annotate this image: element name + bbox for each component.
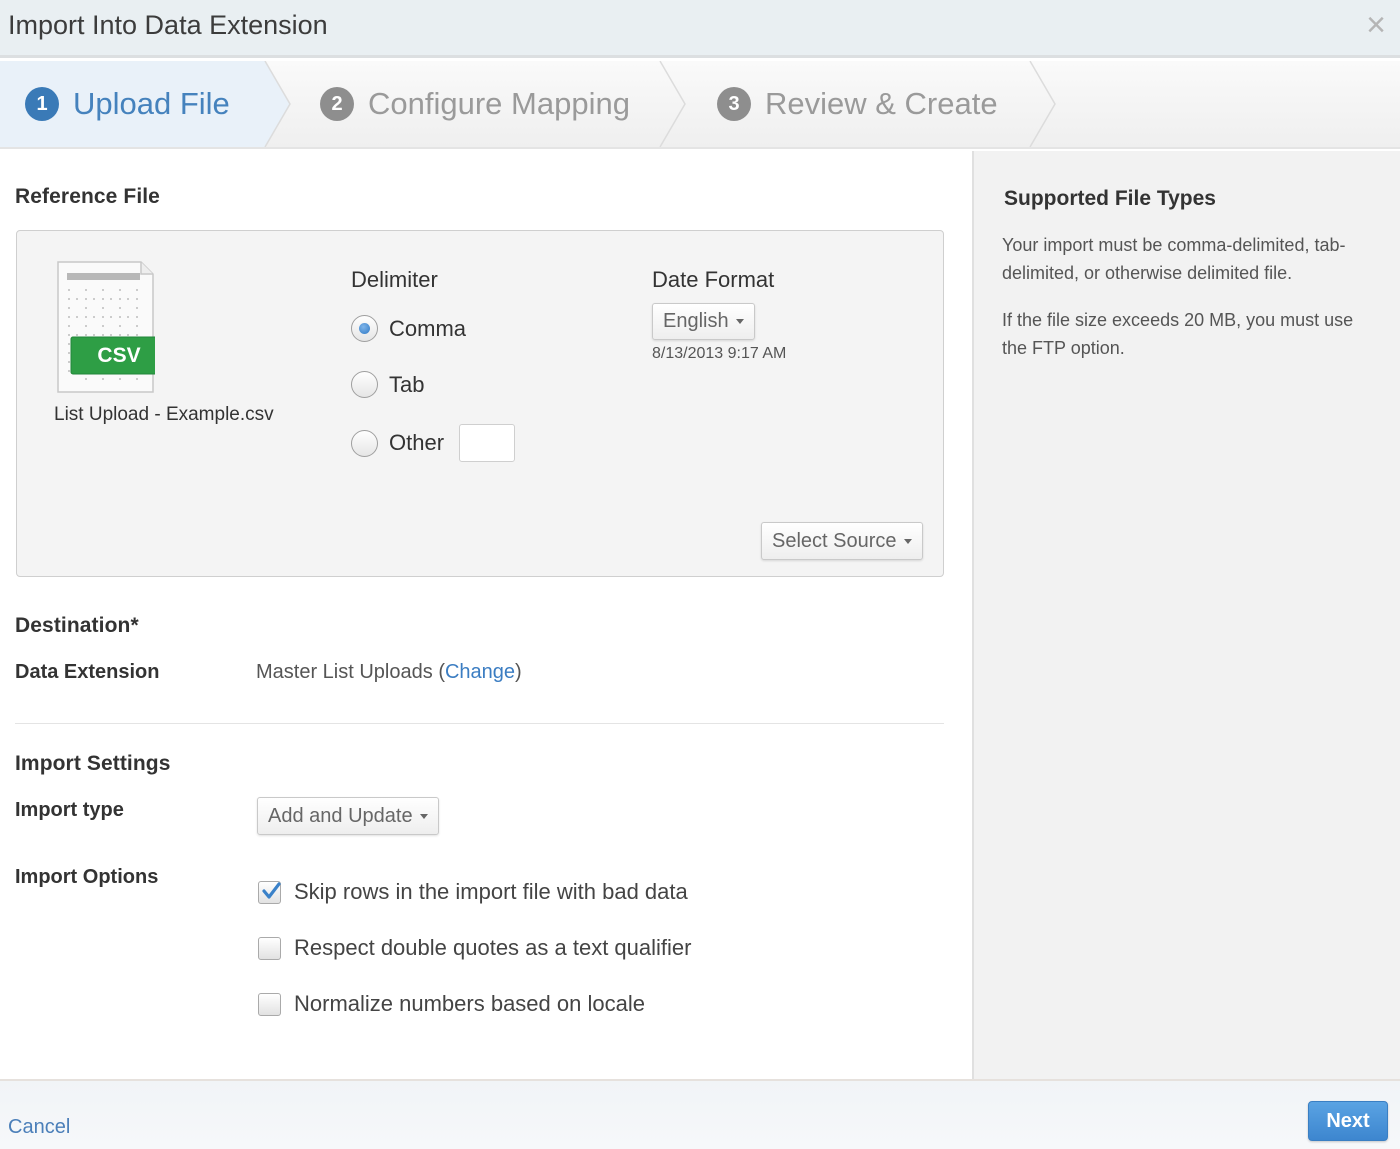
dialog-title: Import Into Data Extension	[8, 10, 328, 40]
radio-label: Other	[389, 430, 445, 455]
step-configure-mapping[interactable]: 2 Configure Mapping	[320, 61, 630, 147]
import-type-dropdown[interactable]: Add and Update	[257, 797, 439, 835]
import-type-label: Import type	[15, 799, 124, 821]
checkbox[interactable]	[258, 936, 281, 960]
destination-title: Destination*	[15, 614, 139, 637]
option-normalize-numbers[interactable]: Normalize numbers based on locale	[258, 991, 645, 1017]
import-settings-title: Import Settings	[15, 752, 171, 775]
checkmark-icon	[262, 881, 281, 899]
checkbox-label: Skip rows in the import file with bad da…	[294, 879, 688, 904]
radio-tab[interactable]: Tab	[351, 371, 424, 398]
checkbox-label: Normalize numbers based on locale	[294, 991, 645, 1016]
select-source-label: Select Source	[772, 529, 897, 552]
chevron-down-icon	[419, 813, 428, 819]
chevron-down-icon	[735, 319, 744, 324]
paren-close: )	[515, 661, 522, 683]
import-options-label: Import Options	[15, 866, 159, 888]
main-panel: Reference File CSV List Upload - Example…	[0, 151, 972, 1079]
paren-open: (	[438, 661, 445, 683]
section-divider	[15, 723, 944, 724]
radio-label: Tab	[389, 371, 425, 397]
date-format-dropdown[interactable]: English	[652, 303, 755, 340]
step-review-create[interactable]: 3 Review & Create	[717, 61, 998, 147]
date-format-sample: 8/13/2013 9:17 AM	[652, 345, 787, 362]
cancel-button[interactable]: Cancel	[8, 1116, 70, 1139]
change-link[interactable]: Change	[445, 661, 515, 683]
wizard-stepper: 1 Upload File 2 Configure Mapping 3 Revi…	[0, 61, 1400, 149]
dialog-header: Import Into Data Extension ×	[0, 0, 1400, 58]
help-side-panel: Supported File Types Your import must be…	[972, 151, 1400, 1079]
next-button[interactable]: Next	[1308, 1101, 1388, 1141]
checkbox[interactable]	[258, 992, 281, 1016]
step-number: 2	[320, 87, 354, 121]
radio-other[interactable]: Other	[351, 424, 516, 462]
step-number: 1	[25, 87, 59, 121]
dialog-footer: Cancel Next	[0, 1079, 1400, 1149]
date-format-value: English	[663, 310, 729, 332]
radio-comma[interactable]: Comma	[351, 315, 466, 342]
data-extension-name: Master List Uploads	[256, 661, 433, 683]
reference-file-title: Reference File	[15, 185, 160, 208]
date-format-title: Date Format	[652, 267, 775, 292]
step-label: Upload File	[73, 86, 230, 121]
step-number: 3	[717, 87, 751, 121]
select-source-dropdown[interactable]: Select Source	[761, 522, 923, 560]
supported-file-types-title: Supported File Types	[1004, 187, 1216, 210]
data-extension-label: Data Extension	[15, 661, 160, 683]
option-skip-bad-rows[interactable]: Skip rows in the import file with bad da…	[258, 879, 688, 905]
step-label: Review & Create	[765, 86, 998, 121]
checkbox-label: Respect double quotes as a text qualifie…	[294, 935, 692, 960]
chevron-down-icon	[903, 538, 912, 544]
help-paragraph: If the file size exceeds 20 MB, you must…	[1002, 310, 1354, 358]
step-label: Configure Mapping	[368, 86, 630, 121]
csv-label: CSV	[97, 343, 141, 367]
step-upload-file[interactable]: 1 Upload File	[25, 61, 230, 147]
radio-label: Comma	[389, 315, 467, 341]
file-name: List Upload - Example.csv	[54, 404, 274, 425]
data-extension-value: Master List Uploads (Change)	[256, 661, 522, 684]
radio-button[interactable]	[351, 429, 378, 457]
delimiter-title: Delimiter	[351, 267, 438, 292]
help-paragraph: Your import must be comma-delimited, tab…	[1002, 235, 1346, 283]
import-type-value: Add and Update	[268, 804, 413, 827]
checkbox[interactable]	[258, 880, 281, 904]
close-icon[interactable]: ×	[1366, 8, 1386, 42]
reference-file-box: CSV List Upload - Example.csv Delimiter …	[16, 230, 944, 577]
option-respect-quotes[interactable]: Respect double quotes as a text qualifie…	[258, 935, 691, 961]
other-delimiter-input[interactable]	[459, 424, 516, 462]
radio-button[interactable]	[351, 371, 378, 398]
radio-button[interactable]	[351, 315, 378, 342]
